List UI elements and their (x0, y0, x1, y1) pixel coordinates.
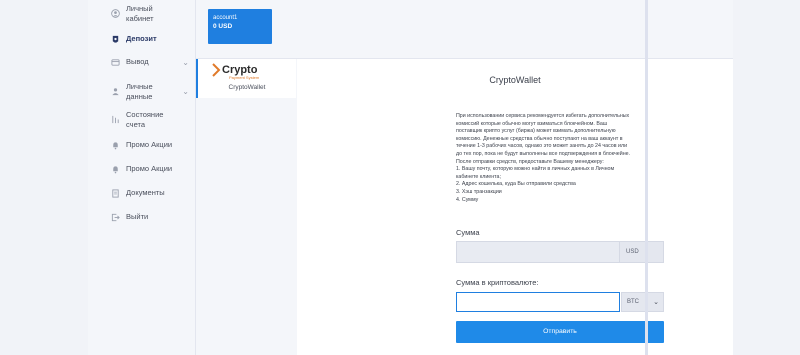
sidebar-item-withdraw[interactable]: Вывод ⌄ (88, 57, 195, 67)
sidebar: Личный кабинет Депозит Вывод ⌄ Личные да… (88, 0, 196, 355)
logout-icon (110, 212, 120, 222)
sidebar-item-personal-data[interactable]: Личные данные ⌄ (88, 82, 195, 101)
document-icon (110, 188, 120, 198)
instruction-line: комиссию. Денежные средства обычно посту… (456, 135, 623, 142)
instruction-line: кабинете клиента; (456, 173, 501, 180)
user-icon (110, 9, 120, 19)
sidebar-item-label: Промо Акции (126, 140, 173, 150)
sidebar-item-label: Выйти (126, 212, 149, 222)
page-title: CryptoWallet (489, 75, 541, 85)
instruction-line: до тех пор, пока не будут выполнены все … (456, 150, 631, 157)
amount-currency: USD (619, 242, 663, 262)
account-name: account1 (213, 15, 238, 21)
sidebar-item-cabinet[interactable]: Личный кабинет (88, 4, 195, 23)
balance-icon (110, 115, 120, 125)
instruction-line: 1. Вашу почту, которую можно найти в лич… (456, 166, 615, 173)
deposit-icon (110, 34, 120, 44)
amount-field: USD (456, 241, 664, 263)
instruction-line: комиссий которые обычно могут взиматься … (456, 120, 608, 127)
crypto-logo-icon: Crypto Payment System (212, 63, 260, 80)
provider-list: Crypto Payment System CryptoWallet (196, 59, 296, 355)
sidebar-item-label: Вывод (126, 57, 149, 67)
sidebar-item-label: Документы (126, 188, 165, 198)
sidebar-item-logout[interactable]: Выйти (88, 212, 195, 222)
sidebar-item-label: Депозит (126, 34, 157, 44)
sidebar-item-promo-1[interactable]: Промо Акции (88, 140, 195, 150)
crypto-amount-label: Сумма в криптовалюте: (456, 278, 539, 287)
crypto-currency-value: BTC (627, 299, 639, 305)
page: Личный кабинет Депозит Вывод ⌄ Личные да… (88, 0, 733, 355)
bell-icon (110, 164, 120, 174)
account-card[interactable]: account1 0 USD (208, 9, 272, 44)
profile-icon (110, 87, 120, 97)
account-bar: account1 0 USD (196, 0, 733, 59)
sidebar-item-documents[interactable]: Документы (88, 188, 195, 198)
amount-input[interactable] (457, 242, 631, 262)
sidebar-item-label: Состояние счета (126, 110, 164, 129)
instruction-line: течение 1-3 рабочих часов, однако это мо… (456, 143, 628, 150)
submit-button[interactable]: Отправить (456, 321, 664, 343)
sidebar-item-label: Личный кабинет (126, 4, 154, 23)
provider-name: CryptoWallet (228, 84, 266, 91)
sidebar-item-label: Промо Акции (126, 164, 173, 174)
account-balance: 0 USD (213, 23, 233, 30)
amount-label: Сумма (456, 228, 480, 237)
chevron-down-icon: ⌄ (653, 299, 659, 306)
instruction-line: 4. Сумму (456, 196, 479, 203)
payment-form-panel: CryptoWallet При использовании сервиса р… (297, 59, 733, 355)
sidebar-item-label: Личные данные (126, 82, 153, 101)
crypto-amount-input[interactable] (456, 292, 620, 312)
chevron-down-icon: ⌄ (182, 57, 189, 67)
page-edge (645, 0, 648, 355)
instructions-text: При использовании сервиса рекомендуется … (456, 113, 666, 204)
instruction-line: 3. Хэш транзакции (456, 188, 502, 195)
chevron-down-icon: ⌄ (182, 87, 189, 96)
provider-tile-cryptowallet[interactable]: Crypto Payment System CryptoWallet (196, 59, 296, 98)
instruction-line: 2. Адрес кошелька, куда Вы отправили сре… (456, 181, 576, 188)
sidebar-item-promo-2[interactable]: Промо Акции (88, 164, 195, 174)
sidebar-item-account-status[interactable]: Состояние счета (88, 110, 195, 129)
sidebar-item-deposit[interactable]: Депозит (88, 34, 195, 44)
instruction-line: поставщик крипто услуг (биржа) может взи… (456, 128, 616, 135)
svg-text:Payment System: Payment System (229, 75, 260, 80)
withdraw-icon (110, 57, 120, 67)
bell-icon (110, 140, 120, 150)
instruction-line: При использовании сервиса рекомендуется … (456, 113, 630, 119)
crypto-currency-select[interactable]: BTC ⌄ (621, 292, 664, 312)
